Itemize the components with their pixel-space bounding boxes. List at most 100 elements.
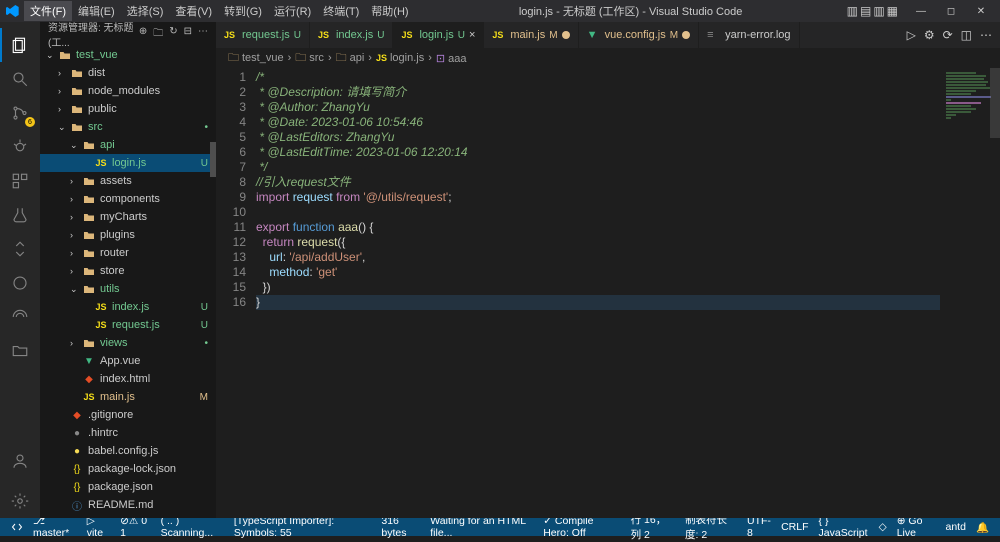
menu-4[interactable]: 转到(G) xyxy=(218,1,268,21)
tree-item-utils[interactable]: ⌄utils xyxy=(40,280,216,298)
close-button[interactable]: ✕ xyxy=(966,1,996,21)
code-content[interactable]: /* * @Description: 请填写简介 * @Author: Zhan… xyxy=(256,68,1000,518)
tree-item-src[interactable]: ⌄src• xyxy=(40,118,216,136)
tree-item-plugins[interactable]: ›plugins xyxy=(40,226,216,244)
tab-yarn-error.log[interactable]: ≡yarn-error.log xyxy=(699,22,799,48)
new-folder-icon[interactable]: 🗀 xyxy=(153,26,163,43)
debug-activity[interactable] xyxy=(0,130,40,164)
menu-2[interactable]: 选择(S) xyxy=(121,1,170,21)
editor-scrollbar[interactable] xyxy=(990,68,1000,138)
run-debug-icon[interactable]: ⟳ xyxy=(943,28,953,42)
split-editor-icon[interactable]: ◫ xyxy=(961,28,972,42)
twisty-icon[interactable]: › xyxy=(70,194,82,204)
folders-activity[interactable] xyxy=(0,334,40,368)
tree-item-.hintrc[interactable]: ●.hintrc xyxy=(40,424,216,442)
twisty-icon[interactable]: › xyxy=(70,230,82,240)
tree-item-package-lock.json[interactable]: {}package-lock.json xyxy=(40,460,216,478)
pushpin-activity[interactable] xyxy=(0,232,40,266)
twisty-icon[interactable]: ⌄ xyxy=(70,284,82,295)
settings-activity[interactable] xyxy=(0,484,40,518)
minimap[interactable] xyxy=(940,68,1000,518)
tab-main.js[interactable]: JSmain.js M xyxy=(484,22,578,48)
explorer-activity[interactable] xyxy=(0,28,40,62)
tree-item-README.md[interactable]: ⓘREADME.md xyxy=(40,496,216,514)
breadcrumb-item[interactable]: 🗀test_vue xyxy=(228,49,284,68)
tree-item-index.html[interactable]: ◆index.html xyxy=(40,370,216,388)
twisty-icon[interactable]: ⌄ xyxy=(58,122,70,133)
twisty-icon[interactable]: › xyxy=(70,266,82,276)
tree-item-store[interactable]: ›store xyxy=(40,262,216,280)
twisty-icon[interactable]: ⌄ xyxy=(70,140,82,151)
tree-item-App.vue[interactable]: ▼App.vue xyxy=(40,352,216,370)
run-icon[interactable]: ▷ xyxy=(907,28,916,42)
status-left-6[interactable]: Waiting for an HTML file... xyxy=(425,515,538,539)
menu-3[interactable]: 查看(V) xyxy=(169,1,218,21)
tree-item-dist[interactable]: ›dist xyxy=(40,64,216,82)
more-actions-icon[interactable]: ⋯ xyxy=(980,28,992,42)
tree-item-.gitignore[interactable]: ◆.gitignore xyxy=(40,406,216,424)
remote-indicator[interactable] xyxy=(6,521,28,533)
twisty-icon[interactable]: › xyxy=(70,248,82,258)
refresh-icon[interactable]: ↻ xyxy=(169,26,177,43)
tree-item-views[interactable]: ›views• xyxy=(40,334,216,352)
twisty-icon[interactable]: › xyxy=(70,212,82,222)
maximize-button[interactable]: ◻ xyxy=(936,1,966,21)
twisty-icon[interactable]: ⌄ xyxy=(46,50,58,61)
twisty-icon[interactable]: › xyxy=(58,68,70,78)
tab-vue.config.js[interactable]: ▼vue.config.js M xyxy=(579,22,700,48)
search-activity[interactable] xyxy=(0,62,40,96)
customize-layout-icon[interactable]: ▦ xyxy=(887,4,898,18)
status-left-5[interactable]: 316 bytes xyxy=(376,515,425,539)
twisty-icon[interactable]: › xyxy=(70,338,82,348)
status-left-1[interactable]: ▷ vite xyxy=(82,515,115,539)
remote-activity[interactable] xyxy=(0,300,40,334)
status-left-3[interactable]: ( .. ) Scanning... xyxy=(156,515,229,539)
menu-1[interactable]: 编辑(E) xyxy=(72,1,121,21)
tree-item-babel.config.js[interactable]: ●babel.config.js xyxy=(40,442,216,460)
tree-item-main.js[interactable]: JSmain.jsM xyxy=(40,388,216,406)
twisty-icon[interactable]: › xyxy=(58,104,70,114)
breadcrumb[interactable]: 🗀test_vue›🗀src›🗀api›JSlogin.js›⊡aaa xyxy=(216,48,1000,68)
tab-login.js[interactable]: JSlogin.js U× xyxy=(393,22,484,48)
tree-item-assets[interactable]: ›assets xyxy=(40,172,216,190)
breadcrumb-item[interactable]: 🗀api xyxy=(336,49,365,68)
tree-item-login.js[interactable]: JSlogin.jsU xyxy=(40,154,216,172)
status-left-4[interactable]: [TypeScript Importer]: Symbols: 55 xyxy=(229,515,377,539)
openai-activity[interactable] xyxy=(0,266,40,300)
twisty-icon[interactable]: › xyxy=(70,176,82,186)
scm-activity[interactable]: 6 xyxy=(0,96,40,130)
testing-activity[interactable] xyxy=(0,198,40,232)
code-editor[interactable]: 12345678910111213141516 /* * @Descriptio… xyxy=(216,68,1000,518)
menu-7[interactable]: 帮助(H) xyxy=(365,1,414,21)
tree-item-package.json[interactable]: {}package.json xyxy=(40,478,216,496)
breadcrumb-item[interactable]: 🗀src xyxy=(295,49,324,68)
tree-item-request.js[interactable]: JSrequest.jsU xyxy=(40,316,216,334)
menu-0[interactable]: 文件(F) xyxy=(24,1,72,21)
tree-item-router[interactable]: ›router xyxy=(40,244,216,262)
run-settings-icon[interactable]: ⚙ xyxy=(924,28,935,42)
breadcrumb-item[interactable]: ⊡aaa xyxy=(436,52,467,65)
tree-item-myCharts[interactable]: ›myCharts xyxy=(40,208,216,226)
tree-item-test_vue[interactable]: ⌄test_vue xyxy=(40,46,216,64)
minimize-button[interactable]: — xyxy=(906,1,936,21)
status-left-2[interactable]: ⊘⚠ 0 1 xyxy=(115,515,156,539)
tree-item-node_modules[interactable]: ›node_modules xyxy=(40,82,216,100)
status-left-0[interactable]: ⎇ master* xyxy=(28,515,82,539)
more-icon[interactable]: ⋯ xyxy=(198,26,208,43)
menu-6[interactable]: 终端(T) xyxy=(317,1,365,21)
tab-request.js[interactable]: JSrequest.js U xyxy=(216,22,310,48)
toggle-panel-left-icon[interactable]: ▥ xyxy=(847,4,858,18)
accounts-activity[interactable] xyxy=(0,444,40,478)
breadcrumb-item[interactable]: JSlogin.js xyxy=(376,52,424,64)
tree-item-vue.config.js[interactable]: ▼vue.config.jsM xyxy=(40,514,216,518)
extensions-activity[interactable] xyxy=(0,164,40,198)
toggle-panel-right-icon[interactable]: ▥ xyxy=(873,4,884,18)
tab-index.js[interactable]: JSindex.js U xyxy=(310,22,394,48)
twisty-icon[interactable]: › xyxy=(58,86,70,96)
tab-close-icon[interactable]: × xyxy=(469,29,475,41)
tree-item-index.js[interactable]: JSindex.jsU xyxy=(40,298,216,316)
tree-item-public[interactable]: ›public xyxy=(40,100,216,118)
toggle-panel-bottom-icon[interactable]: ▤ xyxy=(860,4,871,18)
tree-item-api[interactable]: ⌄api xyxy=(40,136,216,154)
collapse-icon[interactable]: ⊟ xyxy=(184,26,192,43)
